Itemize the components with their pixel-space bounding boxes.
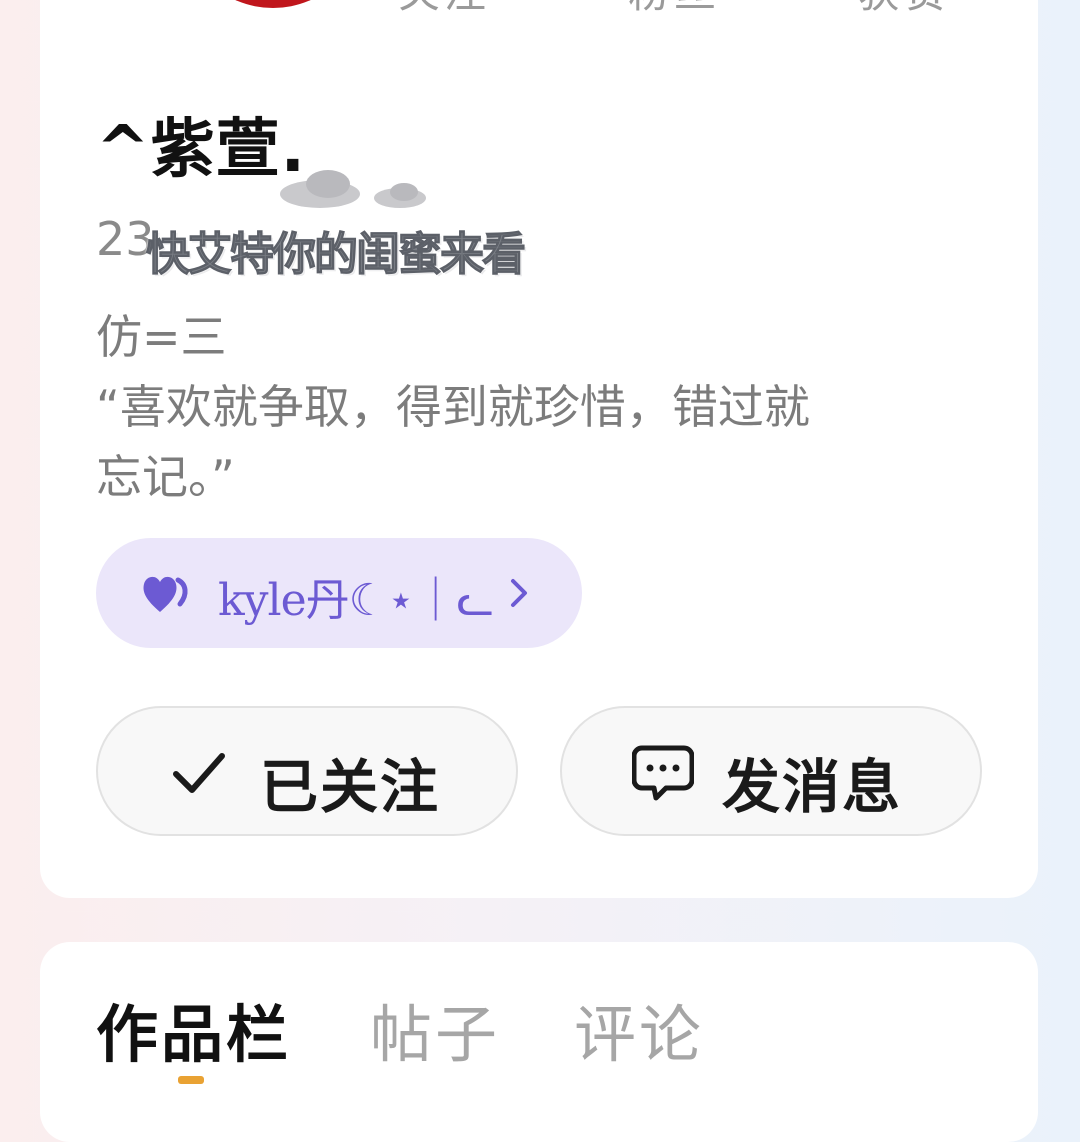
overlay-caption: 快艾特你的闺蜜来看 <box>146 228 527 281</box>
couple-tag-pill[interactable]: kyle丹☾⋆｜ᓚ <box>96 538 582 648</box>
bio-line: 仿=三 <box>96 310 227 364</box>
stat-likes-label[interactable]: 获赞 <box>858 0 950 14</box>
couple-tag-text: kyle丹☾⋆｜ᓚ <box>218 575 494 626</box>
stat-following-label[interactable]: 关注 <box>398 0 490 14</box>
checkmark-icon <box>173 753 225 793</box>
send-message-button-label: 发消息 <box>722 753 903 821</box>
followed-button[interactable]: 已关注 <box>96 706 518 836</box>
followed-button-label: 已关注 <box>260 753 441 821</box>
profile-bio: 仿=三 “喜欢就争取，得到就珍惜，错过就 忘记。” <box>96 302 966 512</box>
chevron-right-icon <box>511 579 527 607</box>
cloud-decoration-icon <box>280 170 426 208</box>
stats-row: 关注 粉丝 获赞 <box>40 0 1038 16</box>
chat-bubble-icon <box>632 745 694 801</box>
stat-followers-label[interactable]: 粉丝 <box>628 0 720 14</box>
heart-icon <box>143 576 188 612</box>
content-tabs-card: 作品栏 帖子 评论 <box>40 942 1038 1142</box>
bio-line: 忘记。” <box>96 450 235 504</box>
tab-posts[interactable]: 帖子 <box>370 984 500 1074</box>
profile-card: 关注 粉丝 获赞 ^紫萱. 23 快艾特你的闺蜜来看 仿=三 “喜欢就争取，得到… <box>40 0 1038 898</box>
active-tab-indicator <box>178 1076 204 1084</box>
send-message-button[interactable]: 发消息 <box>560 706 982 836</box>
bio-line: “喜欢就争取，得到就珍惜，错过就 <box>96 380 810 434</box>
tab-comments[interactable]: 评论 <box>574 984 704 1074</box>
tab-works[interactable]: 作品栏 <box>96 984 291 1074</box>
